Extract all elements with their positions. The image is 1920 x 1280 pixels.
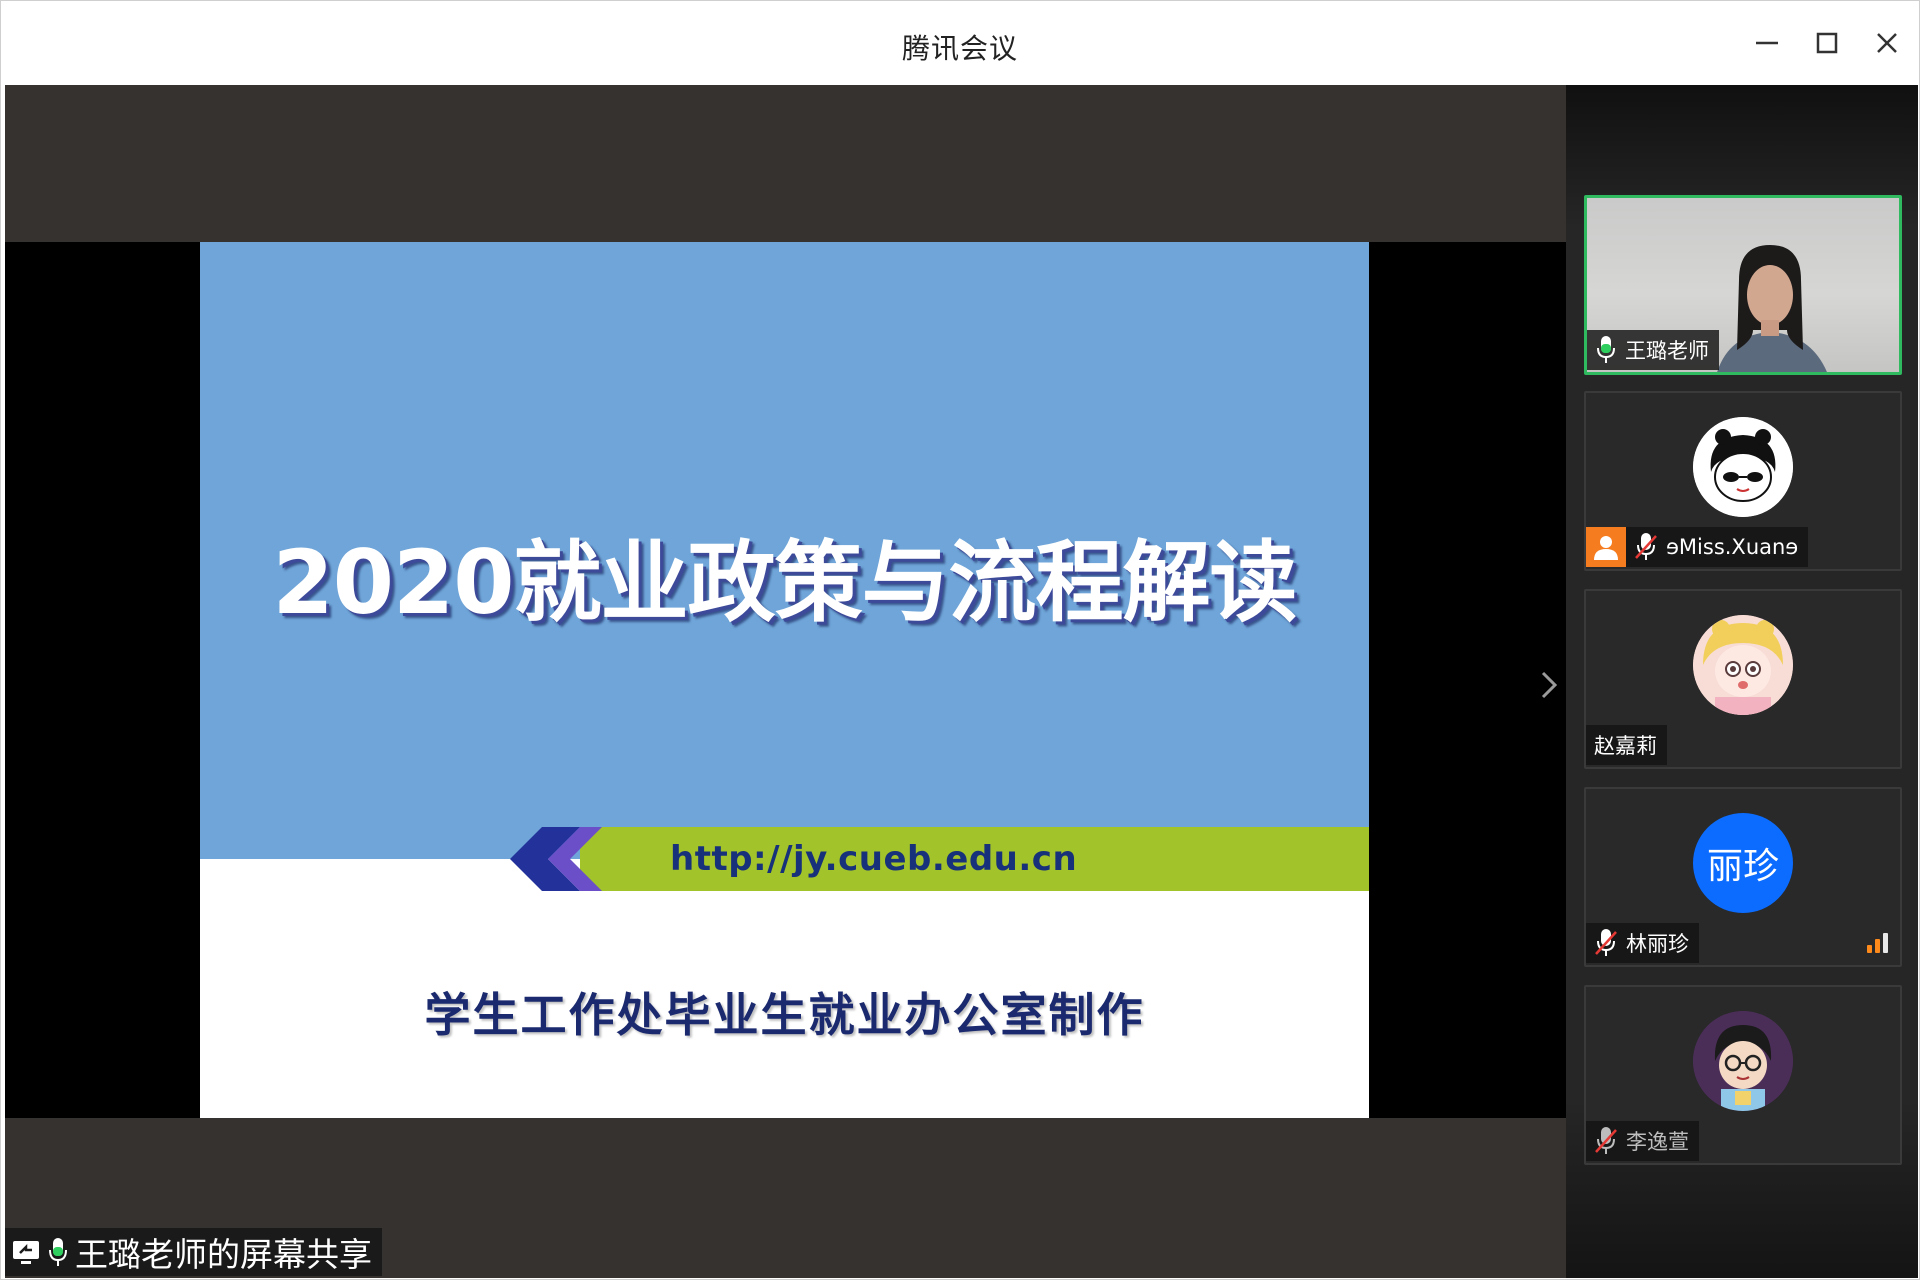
slide-url: http://jy.cueb.edu.cn: [670, 839, 1078, 879]
main-stage: 2020就业政策与流程解读 http://jy.cueb.edu.cn 学生工作…: [5, 85, 1566, 1278]
participant-name-tag: ɘMiss.Xuanɘ: [1586, 527, 1809, 567]
participant-tile[interactable]: 丽珍 林丽珍: [1584, 787, 1902, 967]
presentation-slide: 2020就业政策与流程解读 http://jy.cueb.edu.cn 学生工作…: [200, 242, 1369, 1118]
cartoon-girl-avatar-icon: [1693, 417, 1793, 517]
participant-name: 赵嘉莉: [1594, 734, 1657, 758]
participant-panel: 王璐老师 ɘMiss.Xuanɘ 赵嘉莉 丽珍 林丽珍 李逸萱: [1566, 85, 1918, 1278]
mic-icon: [49, 1238, 67, 1266]
participant-name-tag: 李逸萱: [1586, 1121, 1699, 1161]
participant-name-tag: 赵嘉莉: [1586, 725, 1667, 765]
user-icon: [1594, 536, 1618, 560]
avatar: [1693, 615, 1793, 715]
minimize-button[interactable]: [1747, 23, 1787, 63]
screen-share-label: 王璐老师的屏幕共享: [5, 1228, 382, 1276]
participant-tile[interactable]: ɘMiss.Xuanɘ: [1584, 391, 1902, 571]
close-icon: [1877, 33, 1897, 53]
mic-icon: [1597, 336, 1615, 363]
participant-name-tag: 王璐老师: [1587, 330, 1719, 370]
window-title: 腾讯会议: [901, 32, 1018, 65]
slide-title: 2020就业政策与流程解读: [272, 531, 1298, 634]
chevron-right-icon[interactable]: [1537, 665, 1561, 705]
host-badge: [1586, 527, 1626, 567]
mic-muted-icon: [1595, 1127, 1617, 1154]
mic-muted-icon: [1635, 533, 1657, 560]
participant-name: 李逸萱: [1626, 1130, 1689, 1154]
maximize-icon: [1816, 32, 1838, 54]
close-button[interactable]: [1867, 23, 1907, 63]
maximize-button[interactable]: [1807, 23, 1847, 63]
screen-share-label-text: 王璐老师的屏幕共享: [75, 1235, 372, 1274]
meeting-window: 腾讯会议 2020就业政策与流程解读 http://jy.cueb.edu.cn: [0, 0, 1920, 1280]
title-bar: 腾讯会议: [1, 1, 1919, 85]
participant-name: ɘMiss.Xuanɘ: [1666, 535, 1799, 559]
participant-tile[interactable]: 赵嘉莉: [1584, 589, 1902, 769]
avatar-initials: 丽珍: [1693, 813, 1793, 913]
avatar: [1693, 417, 1793, 517]
mic-muted-icon: [1595, 929, 1617, 956]
participant-name: 王璐老师: [1625, 339, 1709, 363]
participant-tile[interactable]: 李逸萱: [1584, 985, 1902, 1165]
participant-tile-video[interactable]: 王璐老师: [1584, 195, 1902, 375]
minimize-icon: [1756, 41, 1778, 45]
anime-girl-avatar-icon: [1693, 615, 1793, 715]
avatar: [1693, 1011, 1793, 1111]
screen-share-icon: [13, 1241, 39, 1264]
participant-name-tag: 林丽珍: [1586, 923, 1699, 963]
network-signal-icon: [1867, 933, 1888, 953]
screen-share-area: 2020就业政策与流程解读 http://jy.cueb.edu.cn 学生工作…: [5, 242, 1566, 1118]
cartoon-boy-avatar-icon: [1693, 1011, 1793, 1111]
slide-subtitle: 学生工作处毕业生就业办公室制作: [424, 988, 1145, 1042]
participant-name: 林丽珍: [1626, 932, 1689, 956]
